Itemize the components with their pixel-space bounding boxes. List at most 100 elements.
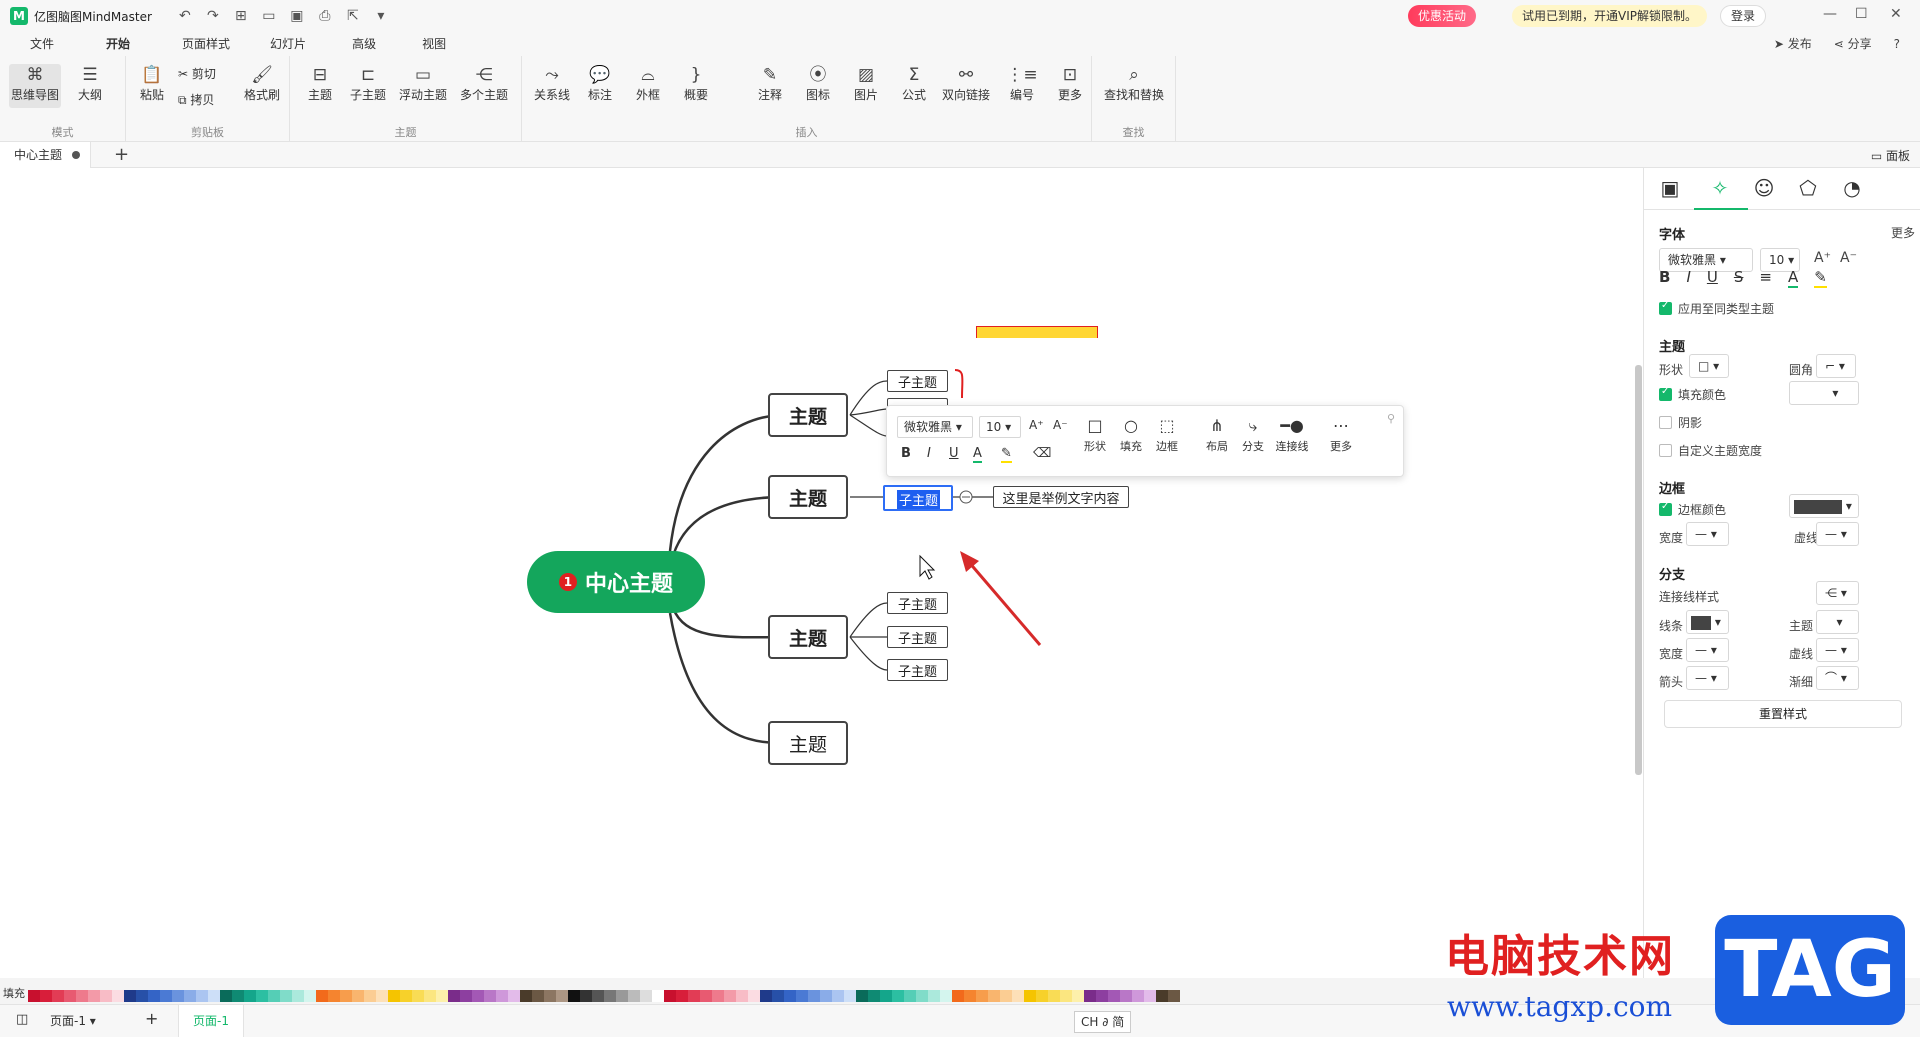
mindmap-view-button[interactable]: ⌘ 思维导图 (9, 64, 61, 108)
border-color-select[interactable]: ▾ (1789, 494, 1859, 518)
color-swatch[interactable] (436, 990, 448, 1002)
color-swatch[interactable] (712, 990, 724, 1002)
color-swatch[interactable] (244, 990, 256, 1002)
color-swatch[interactable] (916, 990, 928, 1002)
panel-toggle[interactable]: ▭ 面板 (1871, 147, 1910, 164)
color-swatch[interactable] (736, 990, 748, 1002)
mindmap-canvas[interactable]: 1 中心主题 主题 主题 主题 主题 子主题 子主题 这里是举例文字内容 子主题 … (0, 168, 1643, 978)
ftb-border-button[interactable]: ⬚ 边框 (1149, 414, 1185, 454)
new-file-icon[interactable]: ⊞ (232, 8, 250, 24)
ftb-fill-button[interactable]: ○ 填充 (1113, 414, 1149, 454)
color-swatch[interactable] (64, 990, 76, 1002)
image-button[interactable]: ▨ 图片 (840, 64, 892, 108)
main-topic-1[interactable]: 主题 (768, 393, 848, 437)
color-swatch[interactable] (1156, 990, 1168, 1002)
panel-font-color-icon[interactable]: A (1787, 268, 1799, 288)
example-text-topic[interactable]: 这里是举例文字内容 (993, 486, 1129, 508)
color-swatch[interactable] (1108, 990, 1120, 1002)
style-tab-icon[interactable]: ✧ (1700, 176, 1740, 204)
color-swatch[interactable] (1012, 990, 1024, 1002)
topic-button[interactable]: ⊟ 主题 (294, 64, 346, 108)
color-swatch[interactable] (628, 990, 640, 1002)
custom-width-checkbox[interactable] (1659, 444, 1672, 457)
color-swatch[interactable] (808, 990, 820, 1002)
highlight-icon[interactable]: ✎ (1001, 446, 1012, 463)
color-swatch[interactable] (640, 990, 652, 1002)
callout-button[interactable]: 💬 标注 (574, 64, 626, 108)
color-swatch[interactable] (484, 990, 496, 1002)
color-swatch[interactable] (1024, 990, 1036, 1002)
publish-button[interactable]: ➤ 发布 (1774, 32, 1812, 56)
color-swatch[interactable] (100, 990, 112, 1002)
color-swatch[interactable] (580, 990, 592, 1002)
note-button[interactable]: ✎ 注释 (744, 64, 796, 108)
color-swatch[interactable] (676, 990, 688, 1002)
panel-font-grow-icon[interactable]: A⁺ (1814, 250, 1831, 266)
branch-dash-select[interactable]: — ▾ (1816, 638, 1859, 662)
color-swatch[interactable] (496, 990, 508, 1002)
subtopic-3-2[interactable]: 子主题 (887, 626, 948, 648)
color-swatch[interactable] (832, 990, 844, 1002)
maximize-icon[interactable]: ☐ (1855, 6, 1868, 22)
selected-subtopic-text[interactable]: 子主题 (897, 490, 941, 509)
color-swatch[interactable] (220, 990, 232, 1002)
boundary-button[interactable]: ⌓ 外框 (622, 64, 674, 108)
color-swatch[interactable] (1048, 990, 1060, 1002)
color-swatch[interactable] (88, 990, 100, 1002)
color-swatches[interactable] (28, 990, 1180, 1002)
export-icon[interactable]: ⇱ (344, 8, 362, 24)
save-icon[interactable]: ▣ (288, 8, 306, 24)
panel-strike-icon[interactable]: S (1734, 268, 1744, 288)
color-swatch[interactable] (556, 990, 568, 1002)
clear-format-icon[interactable]: ⌫ (1033, 446, 1051, 461)
float-topic-button[interactable]: ▭ 浮动主题 (394, 64, 452, 108)
color-swatch[interactable] (196, 990, 208, 1002)
menu-view[interactable]: 视图 (396, 32, 466, 56)
color-swatch[interactable] (592, 990, 604, 1002)
color-swatch[interactable] (1060, 990, 1072, 1002)
color-swatch[interactable] (652, 990, 664, 1002)
color-swatch[interactable] (700, 990, 712, 1002)
panel-bold-icon[interactable]: B (1659, 268, 1670, 288)
panel-align-icon[interactable]: ≡ (1759, 268, 1772, 288)
panel-highlight-icon[interactable]: ✎ (1814, 268, 1827, 288)
color-swatch[interactable] (928, 990, 940, 1002)
subtopic-3-3[interactable]: 子主题 (887, 659, 948, 681)
color-swatch[interactable] (460, 990, 472, 1002)
border-dash-select[interactable]: — ▾ (1816, 522, 1859, 546)
theme-tab-icon[interactable]: ⬠ (1788, 176, 1828, 204)
color-swatch[interactable] (400, 990, 412, 1002)
color-swatch[interactable] (424, 990, 436, 1002)
color-swatch[interactable] (448, 990, 460, 1002)
color-swatch[interactable] (292, 990, 304, 1002)
main-topic-3[interactable]: 主题 (768, 615, 848, 659)
multi-topic-button[interactable]: ⋲ 多个主题 (454, 64, 514, 108)
shape-select[interactable]: □ ▾ (1689, 354, 1729, 378)
color-swatch[interactable] (256, 990, 268, 1002)
color-swatch[interactable] (1072, 990, 1084, 1002)
menu-home[interactable]: 开始 (74, 32, 150, 56)
login-button[interactable]: 登录 (1720, 5, 1767, 27)
fill-color-checkbox[interactable] (1659, 386, 1672, 401)
color-swatch[interactable] (172, 990, 184, 1002)
color-swatch[interactable] (232, 990, 244, 1002)
subtopic-button[interactable]: ⊏ 子主题 (342, 64, 394, 108)
color-swatch[interactable] (40, 990, 52, 1002)
color-swatch[interactable] (664, 990, 676, 1002)
format-painter-button[interactable]: 🖌 格式刷 (236, 64, 288, 108)
menu-page-style[interactable]: 页面样式 (150, 32, 250, 56)
vertical-scrollbar[interactable] (1635, 365, 1642, 775)
border-width-select[interactable]: — ▾ (1686, 522, 1729, 546)
color-swatch[interactable] (604, 990, 616, 1002)
panel-font-shrink-icon[interactable]: A⁻ (1840, 250, 1857, 266)
cut-button[interactable]: ✂ 剪切 (178, 64, 216, 84)
sticker-tab-icon[interactable]: ☺ (1744, 176, 1784, 204)
color-swatch[interactable] (148, 990, 160, 1002)
fill-color-select[interactable]: ▾ (1789, 381, 1859, 405)
main-topic-2[interactable]: 主题 (768, 475, 848, 519)
color-swatch[interactable] (748, 990, 760, 1002)
color-swatch[interactable] (76, 990, 88, 1002)
color-swatch[interactable] (1096, 990, 1108, 1002)
bold-icon[interactable]: B (901, 446, 911, 461)
color-swatch[interactable] (856, 990, 868, 1002)
